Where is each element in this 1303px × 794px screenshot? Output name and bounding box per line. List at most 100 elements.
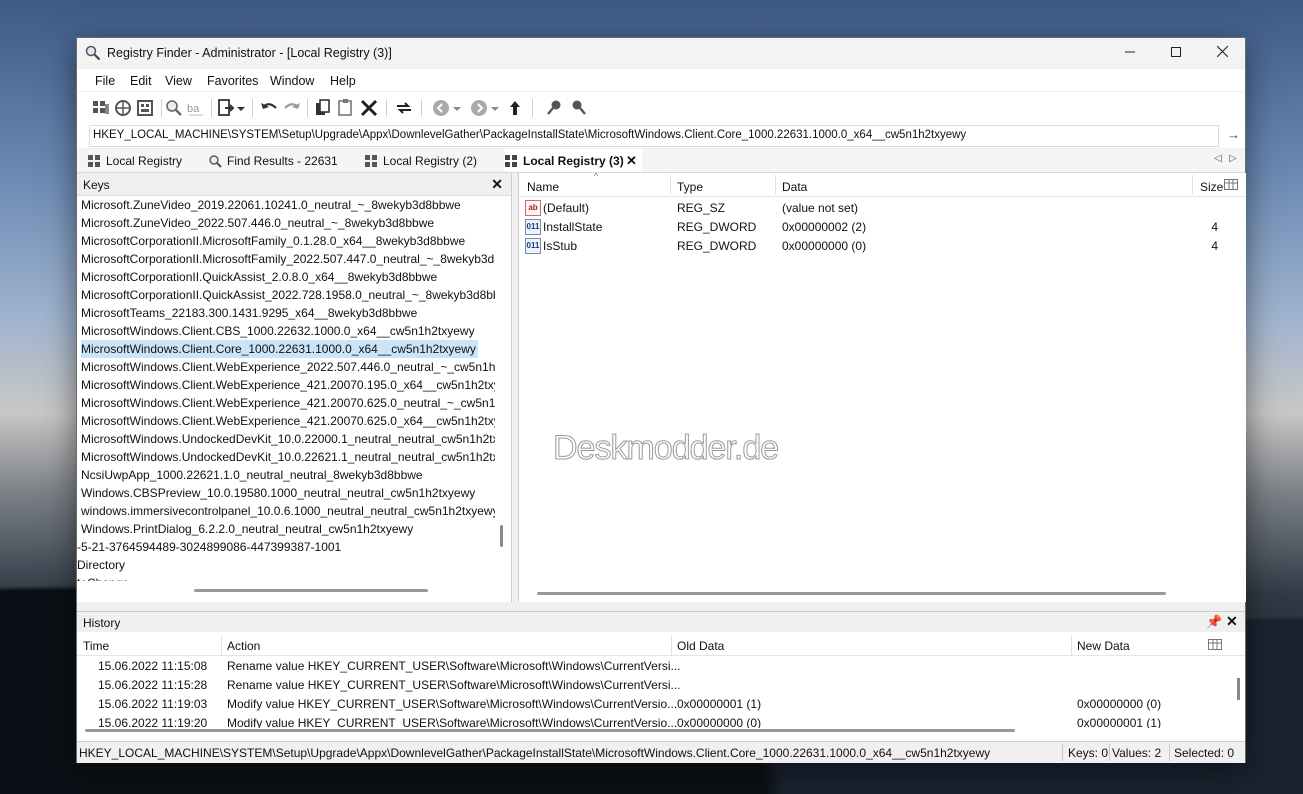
value-row[interactable]: 011 IsStub REG_DWORD 0x00000000 (0) 4 <box>519 236 1246 255</box>
redo-icon[interactable] <box>282 98 302 118</box>
local-registry-icon[interactable] <box>135 98 155 118</box>
tree-item[interactable]: MicrosoftWindows.Client.WebExperience_42… <box>81 394 495 412</box>
tab-local-registry[interactable]: Local Registry <box>87 149 197 172</box>
history-row[interactable]: 15.06.2022 11:15:28 Rename value HKEY_CUR… <box>77 675 1227 694</box>
column-data[interactable]: Data <box>782 180 807 194</box>
replace-icon[interactable]: ba <box>186 98 206 118</box>
tree-item[interactable]: Directory <box>77 556 125 574</box>
column-action[interactable]: Action <box>227 639 260 653</box>
forward-icon[interactable] <box>469 98 489 118</box>
refresh-icon[interactable] <box>394 98 414 118</box>
history-action: Modify value HKEY_CURRENT_USER\Software\… <box>227 716 678 728</box>
tab-scroll-right-icon[interactable]: ▷ <box>1229 153 1237 164</box>
tree-item[interactable]: Windows.CBSPreview_10.0.19580.1000_neutr… <box>81 484 475 502</box>
history-list[interactable]: 15.06.2022 11:15:08 Rename value HKEY_CUR… <box>77 656 1227 728</box>
column-separator[interactable] <box>1192 175 1193 194</box>
value-data: 0x00000002 (2) <box>782 220 867 234</box>
keys-horizontal-scrollbar[interactable] <box>194 589 428 592</box>
column-separator[interactable] <box>775 175 776 194</box>
minimize-button[interactable] <box>1107 38 1153 68</box>
menu-help[interactable]: Help <box>330 74 356 88</box>
history-row[interactable]: 15.06.2022 11:19:20 Modify value HKEY_CUR… <box>77 713 1227 728</box>
tree-item[interactable]: MicrosoftWindows.Client.WebExperience_42… <box>81 376 495 394</box>
column-name[interactable]: Name <box>527 180 559 194</box>
maximize-icon <box>1171 47 1181 57</box>
find-icon[interactable] <box>164 98 184 118</box>
history-horizontal-scrollbar[interactable] <box>85 729 1015 732</box>
column-chooser-icon[interactable] <box>1224 179 1238 190</box>
keys-vertical-scrollbar[interactable] <box>500 525 503 547</box>
column-time[interactable]: Time <box>83 639 109 653</box>
history-vertical-scrollbar[interactable] <box>1237 678 1240 700</box>
column-separator[interactable] <box>671 636 672 655</box>
delete-icon[interactable] <box>359 98 379 118</box>
tree-item-selected[interactable]: MicrosoftWindows.Client.Core_1000.22631.… <box>81 340 478 358</box>
tree-item[interactable]: NcsiUwpApp_1000.22621.1.0_neutral_neutra… <box>81 466 423 484</box>
back-icon[interactable] <box>431 98 451 118</box>
column-separator[interactable] <box>221 636 222 655</box>
pin-icon[interactable]: 📌 <box>1206 614 1222 630</box>
close-window-button[interactable] <box>1199 38 1245 68</box>
tree-item[interactable]: MicrosoftCorporationII.QuickAssist_2.0.8… <box>81 268 437 286</box>
keys-tree[interactable]: Microsoft.ZuneVideo_2019.22061.10241.0_n… <box>77 196 495 581</box>
find-previous-icon[interactable] <box>545 98 565 118</box>
tree-item[interactable]: MicrosoftWindows.UndockedDevKit_10.0.226… <box>81 448 495 466</box>
column-type[interactable]: Type <box>677 180 703 194</box>
close-keys-panel-icon[interactable]: ✕ <box>491 176 503 193</box>
tree-item[interactable]: MicrosoftWindows.Client.WebExperience_42… <box>81 412 495 430</box>
tab-local-registry-2[interactable]: Local Registry (2) <box>364 149 494 172</box>
menu-favorites[interactable]: Favorites <box>207 74 258 88</box>
chevron-down-icon[interactable] <box>451 98 463 118</box>
undo-icon[interactable] <box>259 98 279 118</box>
address-path: HKEY_LOCAL_MACHINE\SYSTEM\Setup\Upgrade\… <box>93 129 967 141</box>
maximize-button[interactable] <box>1153 38 1199 68</box>
grid-view-icon[interactable] <box>91 98 111 118</box>
value-row[interactable]: ab (Default) REG_SZ (value not set) <box>519 198 1246 217</box>
column-new-data[interactable]: New Data <box>1077 639 1130 653</box>
value-row[interactable]: 011 InstallState REG_DWORD 0x00000002 (2) 4 <box>519 217 1246 236</box>
column-separator[interactable] <box>1071 636 1072 655</box>
paste-icon[interactable] <box>336 98 356 118</box>
export-icon[interactable] <box>216 98 236 118</box>
column-separator[interactable] <box>670 175 671 194</box>
close-history-icon[interactable]: ✕ <box>1226 613 1238 630</box>
registry-tab-icon <box>365 155 377 167</box>
column-old-data[interactable]: Old Data <box>677 639 724 653</box>
menu-file[interactable]: File <box>95 74 115 88</box>
tree-item[interactable]: Microsoft.ZuneVideo_2022.507.446.0_neutr… <box>81 214 434 232</box>
chevron-down-icon[interactable] <box>235 98 247 118</box>
menu-window[interactable]: Window <box>270 74 314 88</box>
tree-item[interactable]: Microsoft.ZuneVideo_2019.22061.10241.0_n… <box>81 196 461 214</box>
string-value-icon: ab <box>525 200 541 216</box>
tree-item[interactable]: MicrosoftWindows.Client.CBS_1000.22632.1… <box>81 322 475 340</box>
tree-item[interactable]: MicrosoftCorporationII.MicrosoftFamily_2… <box>81 250 495 268</box>
address-input[interactable]: HKEY_LOCAL_MACHINE\SYSTEM\Setup\Upgrade\… <box>89 125 1219 147</box>
menu-view[interactable]: View <box>165 74 192 88</box>
tree-item[interactable]: MicrosoftWindows.Client.WebExperience_20… <box>81 358 495 376</box>
values-horizontal-scrollbar[interactable] <box>537 592 1166 595</box>
tree-item[interactable]: MicrosoftCorporationII.QuickAssist_2022.… <box>81 286 495 304</box>
history-row[interactable]: 15.06.2022 11:15:08 Rename value HKEY_CUR… <box>77 656 1227 675</box>
menu-edit[interactable]: Edit <box>130 74 152 88</box>
column-size[interactable]: Size <box>1200 180 1223 194</box>
tab-local-registry-3[interactable]: Local Registry (3) <box>504 149 642 172</box>
history-row[interactable]: 15.06.2022 11:19:03 Modify value HKEY_CUR… <box>77 694 1227 713</box>
close-tab-icon[interactable]: ✕ <box>626 153 637 169</box>
chevron-down-icon[interactable] <box>489 98 501 118</box>
tree-item[interactable]: Windows.PrintDialog_6.2.2.0_neutral_neut… <box>81 520 413 538</box>
column-chooser-icon[interactable] <box>1208 639 1222 650</box>
tab-scroll-left-icon[interactable]: ◁ <box>1214 153 1222 164</box>
tree-item[interactable]: teChange <box>77 574 129 581</box>
network-registry-icon[interactable] <box>113 98 133 118</box>
tree-item[interactable]: windows.immersivecontrolpanel_10.0.6.100… <box>81 502 495 520</box>
copy-icon[interactable] <box>313 98 333 118</box>
tab-find-results[interactable]: Find Results - 22631 <box>208 149 348 172</box>
find-next-icon[interactable] <box>568 98 588 118</box>
tree-item[interactable]: MicrosoftCorporationII.MicrosoftFamily_0… <box>81 232 465 250</box>
go-up-icon[interactable] <box>505 98 525 118</box>
tree-item[interactable]: MicrosoftWindows.UndockedDevKit_10.0.220… <box>81 430 495 448</box>
tree-item[interactable]: MicrosoftTeams_22183.300.1431.9295_x64__… <box>81 304 417 322</box>
search-icon <box>209 155 222 168</box>
go-arrow-icon[interactable]: → <box>1227 127 1240 142</box>
tree-item[interactable]: -5-21-3764594489-3024899086-447399387-10… <box>77 538 341 556</box>
